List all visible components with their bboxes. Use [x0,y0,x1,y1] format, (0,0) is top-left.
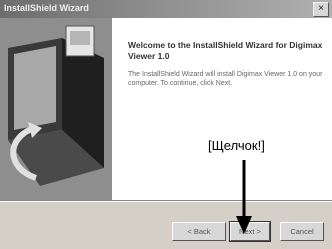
back-button[interactable]: < Back [172,222,226,241]
close-button[interactable]: × [313,2,329,17]
window-title: InstallShield Wizard [4,3,89,13]
setup-box-label-shape [70,31,90,45]
monitor-screen-shape [14,46,56,130]
wizard-content-panel: Welcome to the InstallShield Wizard for … [112,18,332,200]
installer-window: InstallShield Wizard × Welcome to the In… [0,0,332,249]
computer-disk-illustration-icon [8,25,104,186]
wizard-side-banner [0,18,112,200]
click-annotation-label: [Щелчок!] [208,138,265,153]
welcome-heading: Welcome to the InstallShield Wizard for … [128,40,323,61]
footer-divider [0,200,332,202]
welcome-description: The InstallShield Wizard will install Di… [128,71,323,87]
next-button[interactable]: Next > [229,221,271,242]
title-bar: InstallShield Wizard × [0,0,332,18]
cancel-button[interactable]: Cancel [280,222,324,241]
